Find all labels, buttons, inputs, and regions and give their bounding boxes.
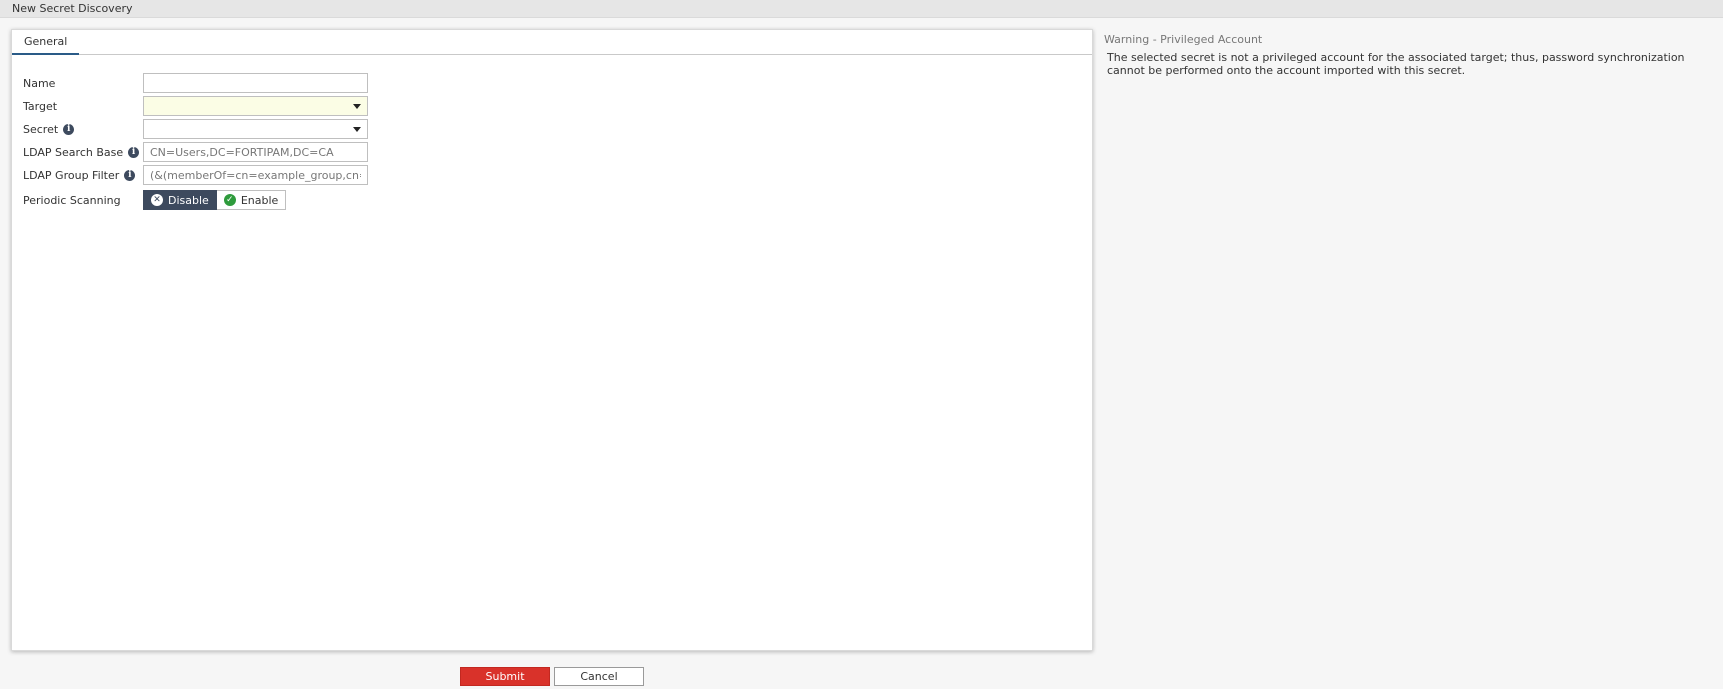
target-label-text: Target bbox=[23, 99, 58, 113]
periodic-scanning-toggle: ✕ Disable ✓ Enable bbox=[143, 190, 287, 210]
form-panel: General Name Target Secret i LDAP Search… bbox=[11, 29, 1093, 651]
info-icon[interactable]: i bbox=[128, 146, 140, 158]
periodic-scanning-label-text: Periodic Scanning bbox=[23, 193, 121, 207]
periodic-scanning-label: Periodic Scanning bbox=[23, 190, 121, 210]
tab-bar: General bbox=[12, 30, 1092, 55]
ldap-group-filter-input[interactable] bbox=[143, 165, 368, 185]
warning-text: The selected secret is not a privileged … bbox=[1107, 51, 1685, 77]
name-label: Name bbox=[23, 73, 55, 93]
warning-title: Warning - Privileged Account bbox=[1104, 33, 1263, 46]
secret-label: Secret i bbox=[23, 119, 75, 139]
ldap-search-base-label-text: LDAP Search Base bbox=[23, 145, 124, 159]
secret-select[interactable] bbox=[143, 119, 368, 139]
cancel-button[interactable]: Cancel bbox=[554, 667, 644, 686]
check-circle-icon: ✓ bbox=[223, 194, 236, 206]
info-icon[interactable]: i bbox=[63, 123, 75, 135]
x-circle-icon: ✕ bbox=[151, 194, 163, 206]
chevron-down-icon bbox=[353, 126, 361, 132]
disable-label: Disable bbox=[168, 193, 209, 207]
title-bar: New Secret Discovery bbox=[0, 0, 1723, 18]
target-select[interactable] bbox=[143, 96, 368, 116]
ldap-search-base-input[interactable] bbox=[143, 142, 368, 162]
name-input[interactable] bbox=[143, 73, 368, 93]
secret-label-text: Secret bbox=[23, 122, 59, 136]
target-label: Target bbox=[23, 96, 57, 116]
window-title: New Secret Discovery bbox=[12, 2, 133, 15]
disable-toggle-button[interactable]: ✕ Disable bbox=[143, 190, 217, 210]
enable-toggle-button[interactable]: ✓ Enable bbox=[216, 190, 287, 210]
ldap-group-filter-label: LDAP Group Filter i bbox=[23, 165, 136, 185]
info-icon[interactable]: i bbox=[124, 169, 136, 181]
submit-button[interactable]: Submit bbox=[460, 667, 550, 686]
name-label-text: Name bbox=[23, 76, 56, 90]
chevron-down-icon bbox=[353, 103, 361, 109]
tab-general[interactable]: General bbox=[12, 30, 80, 55]
ldap-group-filter-label-text: LDAP Group Filter bbox=[23, 168, 120, 182]
enable-label: Enable bbox=[240, 193, 279, 207]
ldap-search-base-label: LDAP Search Base i bbox=[23, 142, 140, 162]
